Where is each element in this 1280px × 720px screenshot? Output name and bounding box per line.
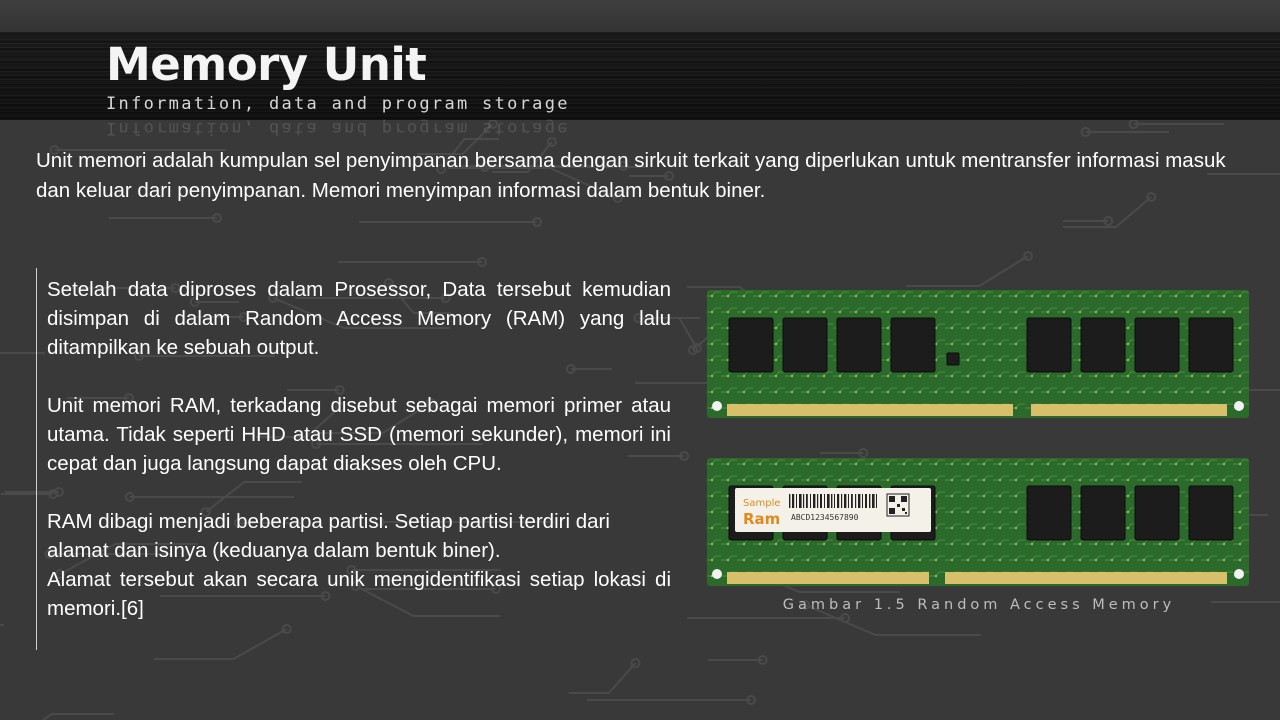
circuit-trace: [0, 624, 4, 626]
ram-modules-image: Sample Ram ABCD1234567890: [707, 290, 1249, 586]
circuit-trace: [906, 255, 1029, 287]
subtitle-reflection: Information, data and program storage: [106, 118, 570, 138]
top-strip: [0, 0, 1280, 32]
qr-code: [886, 493, 910, 517]
circuit-trace: [41, 713, 114, 720]
circuit-trace: [569, 662, 637, 694]
ram-sticker: Sample Ram ABCD1234567890: [735, 488, 931, 532]
address-sentence: Alamat tersebut akan secara unik mengide…: [47, 568, 671, 620]
ram-module-top: [707, 290, 1249, 418]
slide-subtitle: Information, data and program storage: [106, 94, 570, 114]
paragraph-primary-memory: Unit memori RAM, terkadang disebut sebag…: [47, 394, 671, 475]
sticker-line-2: Ram: [743, 510, 780, 528]
sticker-serial: ABCD1234567890: [791, 513, 859, 522]
paragraph-partitions: RAM dibagi menjadi beberapa partisi. Set…: [37, 507, 671, 623]
partition-sentence: RAM dibagi menjadi beberapa partisi. Set…: [47, 510, 610, 562]
slide-title: Memory Unit: [106, 38, 427, 91]
paragraph-ram-processing: Setelah data diproses dalam Prosessor, D…: [47, 278, 671, 359]
intro-paragraph: Unit memori adalah kumpulan sel penyimpa…: [36, 149, 1226, 202]
sticker-line-1: Sample: [743, 498, 781, 509]
ram-module-bottom: Sample Ram ABCD1234567890: [707, 458, 1249, 586]
figure-caption: Gambar 1.5 Random Access Memory: [782, 597, 1176, 613]
body-text-block: Setelah data diproses dalam Prosessor, D…: [36, 268, 671, 650]
